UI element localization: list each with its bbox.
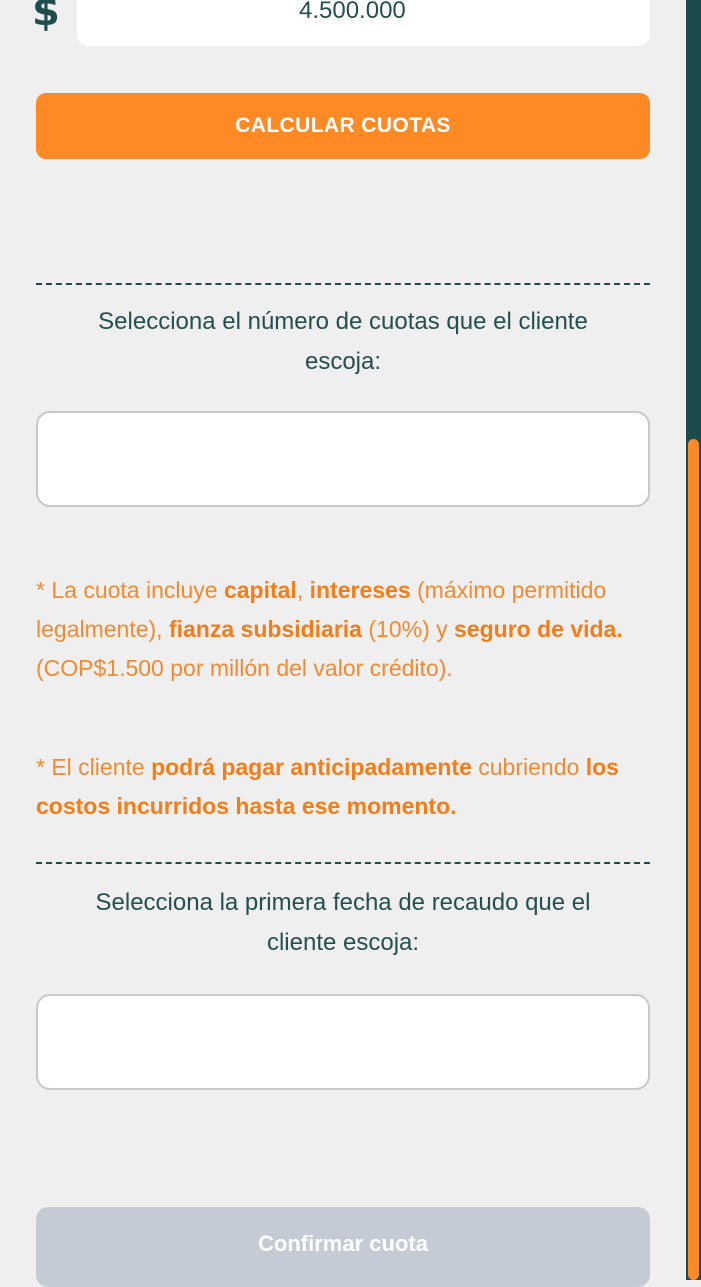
calculate-installments-label: CALCULAR CUOTAS xyxy=(235,114,451,137)
section-divider xyxy=(36,862,650,864)
note1-interest: intereses xyxy=(309,577,411,603)
collection-date-select[interactable] xyxy=(36,994,650,1090)
note1-text-2: , xyxy=(296,577,310,603)
note2-text-1: * El cliente xyxy=(36,754,152,780)
confirm-installment-button[interactable]: Confirmar cuota xyxy=(36,1207,650,1287)
note2-text-2: cubriendo xyxy=(471,754,586,780)
collection-date-prompt: Selecciona la primera fecha de recaudo q… xyxy=(36,883,650,963)
calculate-installments-button[interactable]: CALCULAR CUOTAS xyxy=(36,93,650,159)
scrollbar-thumb[interactable] xyxy=(688,439,699,1280)
installments-prompt-line2: escoja: xyxy=(304,348,382,375)
installments-prompt-line1: Selecciona el número de cuotas que el cl… xyxy=(98,308,588,335)
installments-prompt: Selecciona el número de cuotas que el cl… xyxy=(36,302,650,382)
section-divider xyxy=(36,283,650,285)
note2-early-payment: podrá pagar anticipadamente xyxy=(151,754,472,780)
installments-select[interactable] xyxy=(36,411,650,507)
note1-life-insurance: seguro de vida. xyxy=(454,616,623,642)
currency-symbol: $ xyxy=(32,0,60,35)
note1-guarantee: fianza subsidiaria xyxy=(168,616,362,642)
fee-breakdown-note: * La cuota incluye capital, intereses (m… xyxy=(36,571,650,688)
note1-text-5: (COP$1.500 por millón del valor crédito)… xyxy=(36,655,453,681)
note1-text-4: (10%) y xyxy=(361,616,455,642)
confirm-installment-label: Confirmar cuota xyxy=(258,1231,428,1256)
collection-date-prompt-line1: Selecciona la primera fecha de recaudo q… xyxy=(95,889,591,916)
note1-text-1: * La cuota incluye xyxy=(36,577,224,603)
collection-date-prompt-line2: cliente escoja: xyxy=(266,929,420,956)
amount-value: 4.500.000 xyxy=(299,0,406,24)
early-payment-note: * El cliente podrá pagar anticipadamente… xyxy=(36,748,650,826)
note1-capital: capital xyxy=(223,577,297,603)
